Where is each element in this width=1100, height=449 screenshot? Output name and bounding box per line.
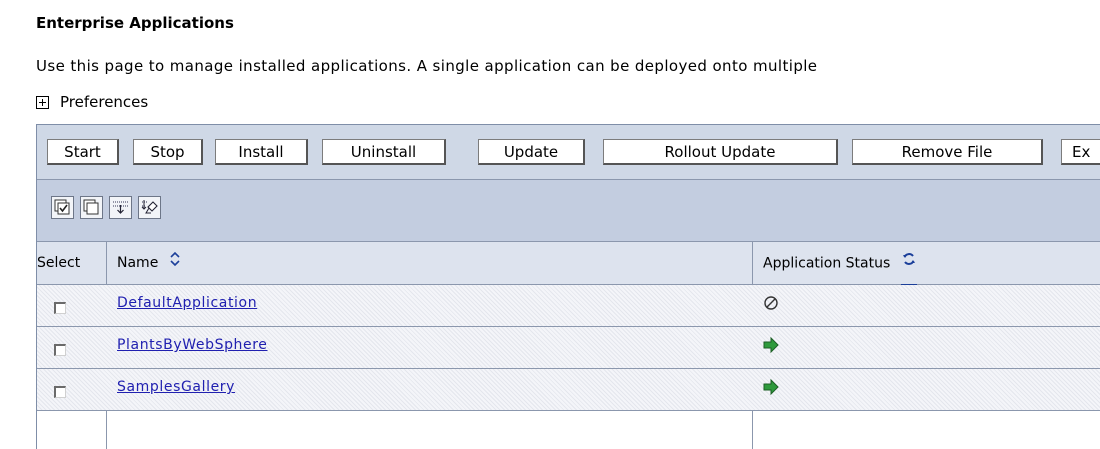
stop-button[interactable]: Stop: [133, 139, 203, 165]
action-button-bar: Start Stop Install Uninstall Update Roll…: [37, 125, 1100, 180]
select-column-header: Select: [37, 255, 81, 271]
rollout-update-button[interactable]: Rollout Update: [603, 139, 838, 165]
applications-collection-panel: Start Stop Install Uninstall Update Roll…: [36, 124, 1100, 449]
row-select-checkbox[interactable]: [54, 344, 66, 356]
started-arrow-icon: [763, 378, 779, 396]
table-row: SamplesGallery: [37, 369, 1100, 411]
table-header: Select Name Application Status: [37, 242, 1100, 285]
sort-icon[interactable]: [169, 242, 181, 284]
expand-plus-icon[interactable]: [36, 95, 49, 109]
table-row: DefaultApplication: [37, 285, 1100, 327]
application-link[interactable]: PlantsByWebSphere: [117, 337, 268, 353]
status-header-label: Application Status: [763, 255, 891, 272]
stopped-icon: [763, 295, 779, 311]
name-column-header[interactable]: Name: [117, 242, 181, 284]
page-description: Use this page to manage installed applic…: [36, 57, 818, 75]
show-filter-icon[interactable]: [109, 196, 132, 219]
page-title: Enterprise Applications: [36, 14, 234, 32]
preferences-label[interactable]: Preferences: [60, 93, 148, 111]
application-link[interactable]: DefaultApplication: [117, 295, 257, 311]
clear-filter-icon[interactable]: [138, 196, 161, 219]
refresh-status-icon[interactable]: [900, 242, 917, 285]
update-button[interactable]: Update: [478, 139, 585, 165]
application-link[interactable]: SamplesGallery: [117, 379, 235, 395]
row-select-checkbox[interactable]: [54, 302, 66, 314]
uninstall-button[interactable]: Uninstall: [322, 139, 446, 165]
row-select-checkbox[interactable]: [54, 386, 66, 398]
preferences-toggle[interactable]: Preferences: [36, 93, 148, 111]
status-column-header: Application Status: [763, 242, 917, 285]
export-button[interactable]: Ex: [1061, 139, 1100, 165]
start-button[interactable]: Start: [47, 139, 119, 165]
install-button[interactable]: Install: [215, 139, 308, 165]
table-row: PlantsByWebSphere: [37, 327, 1100, 369]
name-header-label[interactable]: Name: [117, 255, 158, 271]
deselect-all-icon[interactable]: [80, 196, 103, 219]
selection-icon-bar: [37, 180, 1100, 242]
remove-file-button[interactable]: Remove File: [852, 139, 1043, 165]
started-arrow-icon: [763, 336, 779, 354]
select-all-icon[interactable]: [51, 196, 74, 219]
